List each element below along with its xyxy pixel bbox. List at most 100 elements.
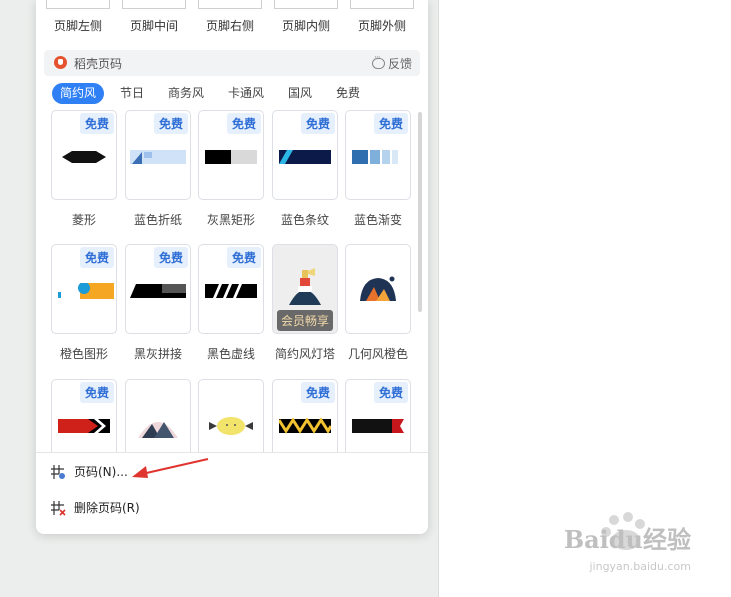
template-card[interactable]: 免费 bbox=[51, 379, 117, 452]
footer-right-label: 页脚右侧 bbox=[205, 19, 254, 33]
gray-black-thumbnail bbox=[205, 150, 257, 164]
watermark-text: Baidu经验 bbox=[563, 525, 691, 554]
template-card[interactable] bbox=[198, 379, 264, 452]
free-badge: 免费 bbox=[373, 113, 408, 134]
template-card[interactable] bbox=[345, 244, 411, 334]
free-badge: 免费 bbox=[79, 113, 114, 134]
yellow-zigzag-thumbnail bbox=[279, 418, 331, 434]
template-blue-gradient[interactable]: 免费 蓝色渐变 bbox=[345, 110, 411, 228]
page-number-panel: 页脚左侧 页脚中间 页脚右侧 页脚内侧 页脚外侧 稻壳页码 反馈 简约风 节日 … bbox=[36, 0, 428, 534]
diamond-thumbnail bbox=[62, 151, 106, 163]
template-name: 橙色图形 bbox=[59, 347, 108, 361]
free-badge: 免费 bbox=[226, 113, 261, 134]
footer-right-option[interactable]: 页脚右侧 bbox=[198, 0, 262, 34]
tab-simple[interactable]: 简约风 bbox=[52, 83, 105, 104]
template-card[interactable]: 免费 bbox=[125, 244, 191, 334]
template-card[interactable] bbox=[125, 379, 191, 452]
template-blue-stripe[interactable]: 免费 蓝色条纹 bbox=[272, 110, 338, 228]
lighthouse-thumbnail bbox=[289, 268, 321, 305]
delete-page-number-menu-item[interactable]: 删除页码(R) bbox=[50, 496, 140, 520]
docer-section-header: 稻壳页码 反馈 bbox=[44, 50, 420, 76]
blue-gradient-thumbnail bbox=[352, 150, 398, 164]
template-card[interactable]: 免费 bbox=[125, 110, 191, 200]
footer-outer-option[interactable]: 页脚外侧 bbox=[350, 0, 414, 34]
template-card[interactable]: 免费 bbox=[51, 110, 117, 200]
template-mountain[interactable] bbox=[125, 379, 191, 452]
tab-festival[interactable]: 节日 bbox=[112, 83, 152, 104]
mountain-thumbnail bbox=[138, 422, 178, 438]
template-card[interactable]: 免费 bbox=[272, 110, 338, 200]
blue-stripe-thumbnail bbox=[279, 150, 331, 164]
template-lighthouse[interactable]: 会员畅享 简约风灯塔 bbox=[272, 244, 338, 362]
tab-business[interactable]: 商务风 bbox=[160, 83, 212, 104]
template-name: 菱形 bbox=[71, 213, 96, 227]
template-blue-origami[interactable]: 免费 蓝色折纸 bbox=[125, 110, 191, 228]
template-red-arrow[interactable]: 免费 bbox=[51, 379, 117, 452]
blue-origami-thumbnail bbox=[130, 150, 186, 164]
black-red-thumbnail bbox=[352, 419, 404, 433]
watermark-url: jingyan.baidu.com bbox=[589, 560, 691, 573]
feedback-button[interactable]: 反馈 bbox=[371, 53, 412, 72]
page-number-menu-item[interactable]: 页码(N)... bbox=[50, 460, 128, 484]
template-card[interactable]: 免费 bbox=[345, 110, 411, 200]
free-badge: 免费 bbox=[373, 382, 408, 403]
template-card[interactable]: 免费 bbox=[272, 379, 338, 452]
template-geometric-orange[interactable]: 几何风橙色 bbox=[345, 244, 411, 362]
template-yellow-candy[interactable] bbox=[198, 379, 264, 452]
footer-left-label: 页脚左侧 bbox=[53, 19, 102, 33]
template-grid: 免费 菱形 免费 蓝色折纸 免费 灰黑矩形 免费 蓝色条纹 免费 蓝色渐变 免费… bbox=[36, 108, 428, 452]
tab-chinese[interactable]: 国风 bbox=[280, 83, 320, 104]
template-name: 黑色虚线 bbox=[206, 347, 255, 361]
template-black-red[interactable]: 免费 bbox=[345, 379, 411, 452]
template-name: 黑灰拼接 bbox=[133, 347, 182, 361]
footer-left-option[interactable]: 页脚左侧 bbox=[46, 0, 110, 34]
delete-page-number-label: 删除页码(R) bbox=[74, 501, 140, 515]
free-badge: 免费 bbox=[300, 113, 335, 134]
template-name: 几何风橙色 bbox=[347, 347, 408, 361]
geometric-orange-thumbnail bbox=[360, 276, 396, 301]
footer-middle-option[interactable]: 页脚中间 bbox=[122, 0, 186, 34]
footer-outer-thumb bbox=[350, 0, 414, 9]
footer-outer-label: 页脚外侧 bbox=[357, 19, 406, 33]
template-card[interactable]: 免费 bbox=[198, 244, 264, 334]
template-card[interactable]: 会员畅享 bbox=[272, 244, 338, 334]
vip-badge: 会员畅享 bbox=[277, 310, 334, 331]
template-card[interactable]: 免费 bbox=[198, 110, 264, 200]
footer-left-thumb bbox=[46, 0, 110, 9]
docer-logo-icon bbox=[54, 56, 67, 69]
template-diamond[interactable]: 免费 菱形 bbox=[51, 110, 117, 228]
template-orange-shape[interactable]: 免费 橙色图形 bbox=[51, 244, 117, 362]
black-gray-thumbnail bbox=[130, 284, 186, 298]
template-gray-black-rect[interactable]: 免费 灰黑矩形 bbox=[198, 110, 264, 228]
free-badge: 免费 bbox=[79, 247, 114, 268]
delete-page-number-icon bbox=[50, 500, 66, 516]
template-card[interactable]: 免费 bbox=[51, 244, 117, 334]
menu-divider bbox=[36, 452, 428, 453]
template-name: 灰黑矩形 bbox=[206, 213, 255, 227]
template-yellow-zigzag[interactable]: 免费 bbox=[272, 379, 338, 452]
footer-inner-label: 页脚内侧 bbox=[281, 19, 330, 33]
free-badge: 免费 bbox=[226, 247, 261, 268]
document-page bbox=[438, 0, 731, 597]
template-black-dashed[interactable]: 免费 黑色虚线 bbox=[198, 244, 264, 362]
free-badge: 免费 bbox=[300, 382, 335, 403]
footer-middle-thumb bbox=[122, 0, 186, 9]
page-number-icon bbox=[50, 464, 66, 480]
free-badge: 免费 bbox=[153, 247, 188, 268]
footer-inner-thumb bbox=[274, 0, 338, 9]
footer-inner-option[interactable]: 页脚内侧 bbox=[274, 0, 338, 34]
chat-bubble-icon bbox=[371, 53, 385, 69]
template-name: 简约风灯塔 bbox=[274, 347, 335, 361]
template-black-gray-splice[interactable]: 免费 黑灰拼接 bbox=[125, 244, 191, 362]
footer-position-row: 页脚左侧 页脚中间 页脚右侧 页脚内侧 页脚外侧 bbox=[36, 0, 428, 40]
template-name: 蓝色条纹 bbox=[280, 213, 329, 227]
yellow-candy-thumbnail bbox=[209, 417, 253, 435]
free-badge: 免费 bbox=[79, 382, 114, 403]
template-name: 蓝色折纸 bbox=[133, 213, 182, 227]
tab-free[interactable]: 免费 bbox=[328, 83, 368, 104]
grid-scrollbar[interactable] bbox=[418, 112, 422, 312]
tab-cartoon[interactable]: 卡通风 bbox=[220, 83, 272, 104]
template-card[interactable]: 免费 bbox=[345, 379, 411, 452]
black-dashed-thumbnail bbox=[205, 284, 257, 298]
section-title: 稻壳页码 bbox=[74, 57, 123, 71]
